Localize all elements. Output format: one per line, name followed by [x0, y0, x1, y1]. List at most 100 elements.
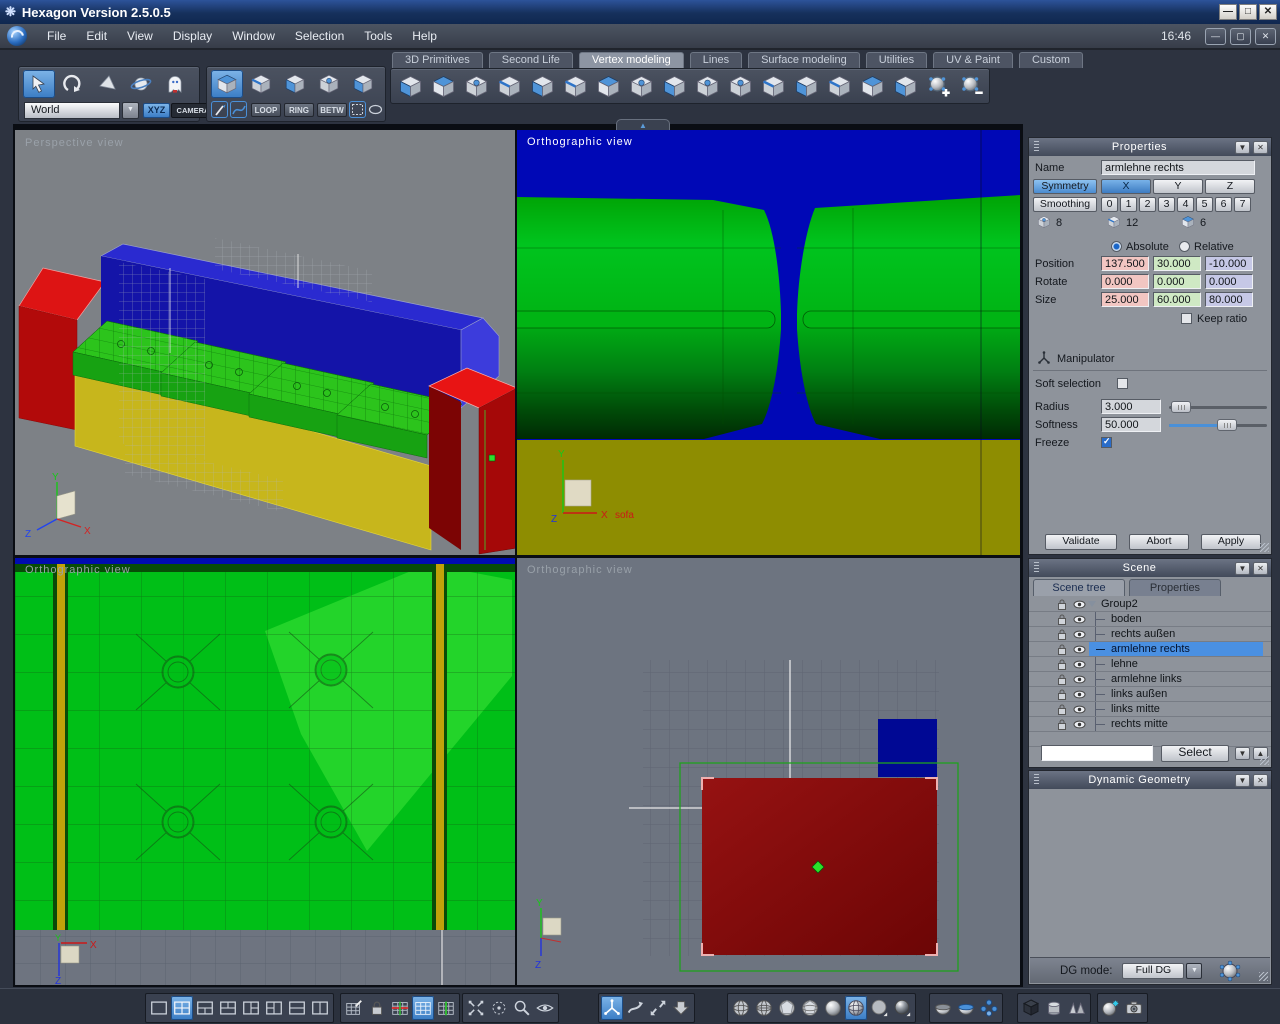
lock-icon[interactable] — [1057, 673, 1067, 686]
panel-resize-grip[interactable] — [1259, 972, 1268, 981]
soft-selection-label[interactable]: Soft selection — [1035, 378, 1101, 390]
tree-item-label[interactable]: links außen — [1111, 688, 1167, 700]
eye-icon[interactable] — [1073, 630, 1086, 639]
dg-mode-select[interactable]: Full DG — [1122, 962, 1185, 979]
window-titlebar[interactable]: ❋ Hexagon Version 2.5.0.5 — □ ✕ — [0, 0, 1280, 24]
menu-window[interactable]: Window — [222, 29, 285, 43]
layout-split-top-button[interactable] — [217, 996, 239, 1020]
vm-tool-9[interactable] — [659, 71, 689, 101]
eye-icon[interactable] — [1073, 690, 1086, 699]
vertex-selection-button[interactable] — [211, 70, 243, 98]
eye-icon[interactable] — [1073, 645, 1086, 654]
smoothing-0-button[interactable]: 0 — [1101, 197, 1118, 212]
shading-smooth-button[interactable] — [822, 996, 844, 1020]
vm-tool-add-points[interactable] — [923, 71, 953, 101]
vm-tool-14[interactable] — [824, 71, 854, 101]
viewport-perspective[interactable]: Y X Z Perspective view — [15, 130, 515, 555]
tab-second-life[interactable]: Second Life — [488, 52, 573, 68]
smoothing-2-button[interactable]: 2 — [1139, 197, 1156, 212]
layout-two-rows-button[interactable] — [286, 996, 308, 1020]
rotate-view-tool-button[interactable] — [57, 70, 89, 98]
rotate-z-input[interactable] — [1205, 274, 1253, 289]
vm-tool-8[interactable] — [626, 71, 656, 101]
xyz-toggle-button[interactable]: XYZ — [143, 103, 170, 118]
orbit-tool-button[interactable] — [125, 70, 157, 98]
rotate-y-input[interactable] — [1153, 274, 1201, 289]
render-camera-button[interactable] — [1123, 996, 1145, 1020]
lock-icon[interactable] — [1057, 703, 1067, 716]
lasso-marquee-button[interactable] — [367, 101, 384, 118]
tree-row-rechts-aussen[interactable]: rechts außen — [1029, 627, 1271, 642]
zoom-button[interactable] — [511, 996, 533, 1020]
smoothing-7-button[interactable]: 7 — [1234, 197, 1251, 212]
vm-tool-10[interactable] — [692, 71, 722, 101]
backface-shaded-button[interactable] — [955, 996, 977, 1020]
vm-tool-11[interactable] — [725, 71, 755, 101]
lock-icon[interactable] — [1057, 718, 1067, 731]
tree-item-label[interactable]: rechts außen — [1111, 628, 1175, 640]
scene-search-input[interactable] — [1041, 745, 1153, 761]
prism-display-button[interactable] — [1066, 996, 1088, 1020]
menu-edit[interactable]: Edit — [76, 29, 117, 43]
tree-item-label-selected[interactable]: armlehne rechts — [1111, 643, 1190, 655]
render-preview-button[interactable] — [1100, 996, 1122, 1020]
rectangle-marquee-button[interactable] — [349, 101, 366, 118]
bounding-box-button[interactable] — [1020, 996, 1042, 1020]
fit-view-button[interactable] — [465, 996, 487, 1020]
smoothing-5-button[interactable]: 5 — [1196, 197, 1213, 212]
size-y-input[interactable] — [1153, 292, 1201, 307]
tree-row-links-aussen[interactable]: links außen — [1029, 687, 1271, 702]
absolute-label[interactable]: Absolute — [1126, 241, 1169, 253]
eye-icon[interactable] — [1073, 660, 1086, 669]
grid-y-plane-button[interactable] — [412, 996, 434, 1020]
select-tool-button[interactable] — [23, 70, 55, 98]
layout-quad-button[interactable] — [171, 996, 193, 1020]
tab-3d-primitives[interactable]: 3D Primitives — [392, 52, 483, 68]
smoothing-6-button[interactable]: 6 — [1215, 197, 1232, 212]
eye-icon[interactable] — [1073, 705, 1086, 714]
show-points-button[interactable] — [978, 996, 1000, 1020]
panel-close-button[interactable]: ✕ — [1253, 140, 1268, 154]
paint-select-button[interactable] — [211, 101, 228, 118]
panel-grip-icon[interactable] — [1034, 562, 1039, 574]
cone-tool-button[interactable] — [91, 70, 123, 98]
app-close-button[interactable]: ✕ — [1255, 27, 1276, 45]
grid-edit-button[interactable] — [343, 996, 365, 1020]
menu-tools[interactable]: Tools — [354, 29, 402, 43]
absolute-radio[interactable] — [1111, 241, 1122, 252]
grid-z-plane-button[interactable] — [435, 996, 457, 1020]
smoothing-4-button[interactable]: 4 — [1177, 197, 1194, 212]
layout-single-button[interactable] — [148, 996, 170, 1020]
scene-panel-titlebar[interactable]: Scene ▼ ✕ — [1029, 559, 1271, 577]
symmetry-button[interactable]: Symmetry — [1033, 179, 1097, 194]
menu-selection[interactable]: Selection — [285, 29, 354, 43]
tree-row-lehne[interactable]: lehne — [1029, 657, 1271, 672]
tree-row-group2[interactable]: Group2 — [1029, 597, 1271, 612]
position-z-input[interactable] — [1205, 256, 1253, 271]
object-name-input[interactable] — [1101, 160, 1255, 175]
vm-tool-3[interactable] — [461, 71, 491, 101]
smoothing-3-button[interactable]: 3 — [1158, 197, 1175, 212]
panel-close-button[interactable]: ✕ — [1253, 561, 1268, 575]
vm-tool-7[interactable] — [593, 71, 623, 101]
eye-icon[interactable] — [1073, 600, 1086, 609]
shading-flat-wire-button[interactable] — [799, 996, 821, 1020]
tree-row-armlehne-rechts[interactable]: armlehne rechts — [1029, 642, 1271, 657]
smoothing-button[interactable]: Smoothing — [1033, 197, 1097, 212]
app-minimize-button[interactable]: — — [1205, 27, 1226, 45]
panel-resize-grip[interactable] — [1260, 756, 1269, 765]
lock-icon[interactable] — [1057, 628, 1067, 641]
tree-item-label[interactable]: links mitte — [1111, 703, 1160, 715]
layout-split-left-button[interactable] — [263, 996, 285, 1020]
tab-utilities[interactable]: Utilities — [865, 52, 928, 68]
size-z-input[interactable] — [1205, 292, 1253, 307]
menu-file[interactable]: File — [37, 29, 76, 43]
symmetry-y-button[interactable]: Y — [1153, 179, 1203, 194]
panel-resize-grip[interactable] — [1260, 543, 1269, 552]
vm-tool-remove-points[interactable] — [956, 71, 986, 101]
position-x-input[interactable] — [1101, 256, 1149, 271]
keep-ratio-label[interactable]: Keep ratio — [1197, 313, 1247, 325]
tree-item-label[interactable]: armlehne links — [1111, 673, 1182, 685]
eye-icon[interactable] — [1073, 675, 1086, 684]
eye-icon[interactable] — [1073, 615, 1086, 624]
